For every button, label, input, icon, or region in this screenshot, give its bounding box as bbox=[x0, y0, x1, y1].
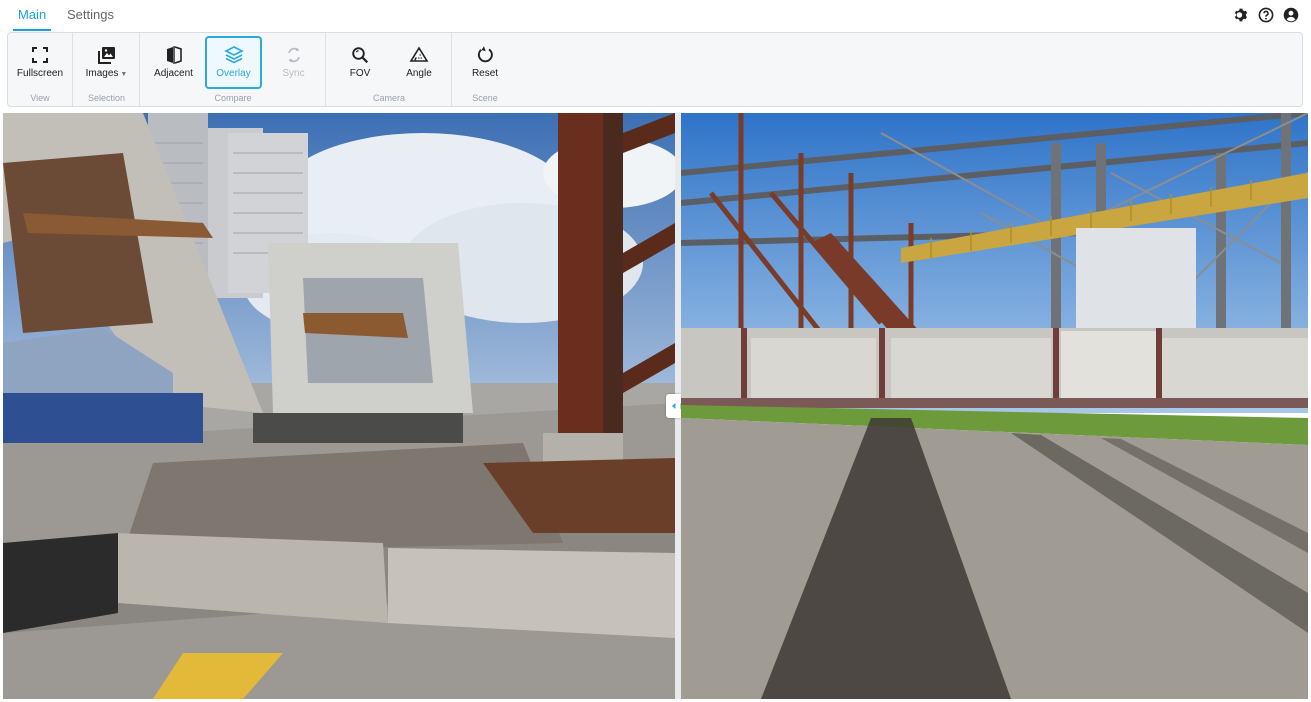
toolbar: Fullscreen View Images ▼ Selection Adjace… bbox=[7, 32, 1303, 107]
chevron-down-icon: ▼ bbox=[120, 71, 128, 78]
adjacent-icon bbox=[164, 45, 184, 65]
group-label-compare: Compare bbox=[214, 93, 252, 103]
account-icon[interactable] bbox=[1283, 7, 1299, 23]
group-label-camera: Camera bbox=[372, 93, 405, 103]
right-panorama-view[interactable] bbox=[681, 113, 1308, 699]
angle-icon bbox=[409, 45, 429, 65]
group-scene: Reset Scene bbox=[451, 33, 518, 106]
images-label: Images bbox=[85, 68, 119, 79]
images-button[interactable]: Images ▼ bbox=[77, 36, 136, 89]
fullscreen-icon bbox=[30, 45, 50, 65]
group-label-view: View bbox=[30, 93, 50, 103]
left-panorama-view[interactable] bbox=[3, 113, 675, 699]
top-icons bbox=[1233, 7, 1299, 23]
industrial-yard-image bbox=[681, 113, 1308, 699]
group-label-selection: Selection bbox=[87, 93, 126, 103]
fov-button[interactable]: FOV bbox=[335, 36, 385, 89]
top-bar: Main Settings bbox=[0, 0, 1311, 31]
fullscreen-button[interactable]: Fullscreen bbox=[10, 36, 70, 89]
help-icon[interactable] bbox=[1258, 7, 1274, 23]
reset-button[interactable]: Reset bbox=[460, 36, 510, 89]
sync-label: Sync bbox=[282, 68, 305, 79]
angle-label: Angle bbox=[406, 68, 432, 79]
reset-icon bbox=[475, 45, 495, 65]
group-compare: Adjacent Overlay Sync Compare bbox=[139, 33, 326, 106]
group-selection: Images ▼ Selection bbox=[72, 33, 140, 106]
layers-icon bbox=[223, 45, 244, 65]
fullscreen-label: Fullscreen bbox=[16, 68, 64, 79]
construction-site-image bbox=[3, 113, 675, 699]
overlay-button[interactable]: Overlay bbox=[205, 36, 262, 89]
sync-icon bbox=[284, 45, 304, 65]
gear-icon[interactable] bbox=[1233, 7, 1249, 23]
fov-label: FOV bbox=[349, 68, 371, 79]
adjacent-button[interactable]: Adjacent bbox=[146, 36, 201, 89]
reset-label: Reset bbox=[471, 68, 499, 79]
tab-main[interactable]: Main bbox=[12, 7, 52, 31]
group-view: Fullscreen View bbox=[8, 33, 72, 106]
group-camera: FOV Angle Camera bbox=[325, 33, 452, 106]
adjacent-label: Adjacent bbox=[154, 68, 193, 79]
tab-settings[interactable]: Settings bbox=[67, 7, 114, 22]
zoom-icon bbox=[350, 45, 370, 65]
overlay-label: Overlay bbox=[216, 68, 251, 79]
images-icon bbox=[97, 45, 117, 65]
sync-button[interactable]: Sync bbox=[266, 36, 321, 89]
group-label-scene: Scene bbox=[472, 93, 498, 103]
angle-button[interactable]: Angle bbox=[394, 36, 444, 89]
